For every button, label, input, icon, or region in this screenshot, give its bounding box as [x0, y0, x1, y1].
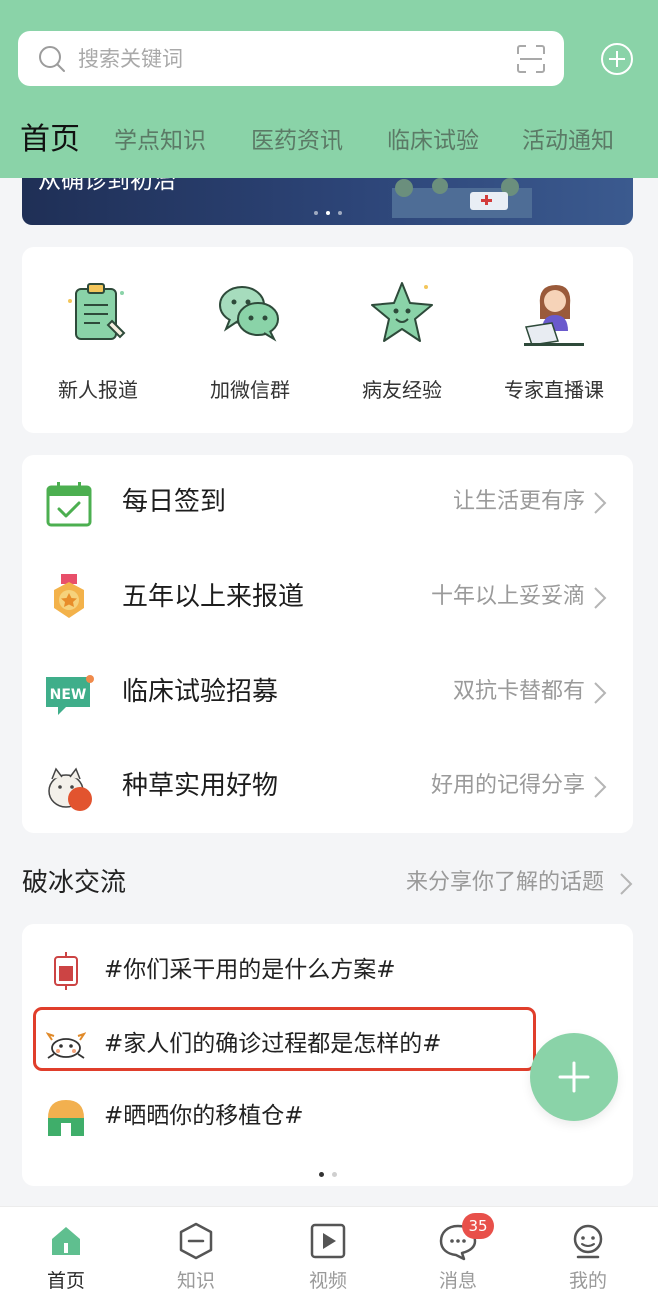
quick-action-expert-live[interactable]: 专家直播课 — [478, 275, 630, 403]
quick-action-wechat-group[interactable]: 加微信群 — [174, 275, 326, 403]
section-more-link[interactable]: 来分享你了解的话题 — [406, 869, 604, 897]
quick-action-newcomer[interactable]: 新人报道 — [22, 275, 174, 403]
banner-carousel[interactable]: 从确诊到初治 — [22, 178, 633, 225]
quick-actions-card: 新人报道 加微信群 病友经验 专家直播课 — [22, 247, 633, 433]
topic-text: #晒晒你的移植仓# — [104, 1103, 304, 1129]
category-tabs: 首页 学点知识 医药资讯 临床试验 活动通知 — [0, 118, 658, 164]
tab-events[interactable]: 活动通知 — [522, 126, 614, 156]
search-icon — [39, 46, 65, 72]
scan-icon[interactable] — [516, 44, 546, 74]
knowledge-icon — [179, 1222, 213, 1260]
quick-action-label: 新人报道 — [58, 378, 138, 402]
nav-label: 我的 — [568, 1270, 607, 1292]
lucky-cat-icon — [48, 767, 92, 811]
list-item-subtitle: 好用的记得分享 — [430, 773, 585, 798]
quick-action-label: 专家直播课 — [504, 378, 604, 402]
list-item-subtitle: 让生活更有序 — [452, 489, 585, 514]
topics-pagination — [22, 1162, 633, 1181]
topic-text: #你们采干用的是什么方案# — [104, 957, 396, 983]
search-placeholder[interactable]: 搜索关键词 — [78, 46, 183, 72]
quick-action-label: 加微信群 — [210, 378, 290, 402]
chevron-right-icon — [594, 587, 607, 609]
list-item-subtitle: 双抗卡替都有 — [452, 679, 585, 704]
list-item-title: 临床试验招募 — [122, 677, 279, 707]
medal-icon — [54, 574, 84, 618]
search-bar[interactable]: 搜索关键词 — [18, 31, 564, 86]
nav-label: 首页 — [46, 1270, 85, 1292]
nav-messages[interactable]: 35 消息 — [408, 1213, 508, 1293]
nav-home[interactable]: 首页 — [16, 1221, 116, 1293]
feature-list-card: 每日签到 让生活更有序 五年以上来报道 十年以上妥妥滴 NEW 临床试验招募 双… — [22, 455, 633, 833]
home-icon — [52, 1227, 80, 1255]
star-icon — [371, 282, 433, 342]
banner-dots — [22, 200, 633, 219]
list-item-title: 每日签到 — [122, 487, 227, 517]
calendar-check-icon — [46, 482, 92, 527]
video-icon — [310, 1223, 346, 1259]
unread-badge: 35 — [462, 1213, 494, 1239]
nav-label: 视频 — [308, 1270, 347, 1292]
nav-video[interactable]: 视频 — [278, 1221, 378, 1293]
list-item-subtitle: 十年以上妥妥滴 — [430, 584, 585, 609]
banner-title: 从确诊到初治 — [38, 178, 176, 194]
chevron-right-icon — [594, 776, 607, 798]
plus-icon — [558, 1061, 590, 1093]
clipboard-icon — [68, 283, 126, 340]
list-item-clinical-recruit[interactable]: NEW 临床试验招募 双抗卡替都有 — [22, 645, 633, 739]
chevron-right-icon — [594, 492, 607, 514]
nav-label: 知识 — [176, 1270, 215, 1292]
quick-action-patient-experience[interactable]: 病友经验 — [326, 275, 478, 403]
lecturer-icon — [524, 285, 584, 346]
wechat-icon — [219, 286, 279, 342]
tab-news[interactable]: 医药资讯 — [251, 126, 343, 156]
header: 搜索关键词 首页 学点知识 医药资讯 临床试验 活动通知 — [0, 0, 658, 178]
add-circle-icon[interactable] — [600, 42, 634, 76]
bottom-nav: 首页 知识 视频 35 消息 我的 — [0, 1206, 658, 1316]
tab-knowledge[interactable]: 学点知识 — [114, 126, 206, 156]
nav-profile[interactable]: 我的 — [538, 1221, 638, 1293]
list-item-good-products[interactable]: 种草实用好物 好用的记得分享 — [22, 739, 633, 833]
list-item-title: 种草实用好物 — [122, 771, 279, 801]
highlight-box — [33, 1007, 536, 1071]
tab-trials[interactable]: 临床试验 — [387, 126, 479, 156]
list-item-daily-checkin[interactable]: 每日签到 让生活更有序 — [22, 455, 633, 549]
list-item-five-years[interactable]: 五年以上来报道 十年以上妥妥滴 — [22, 550, 633, 644]
topic-item[interactable]: #你们采干用的是什么方案# — [22, 940, 633, 1000]
list-item-title: 五年以上来报道 — [122, 582, 305, 612]
nav-label: 消息 — [438, 1270, 477, 1292]
chevron-right-icon[interactable] — [619, 872, 633, 896]
profile-icon — [573, 1224, 603, 1259]
house-icon — [48, 1100, 84, 1136]
quick-action-label: 病友经验 — [362, 378, 442, 402]
create-post-button[interactable] — [530, 1033, 618, 1121]
blood-bag-icon — [54, 952, 78, 990]
new-badge-icon: NEW — [46, 675, 94, 715]
svg-text:NEW: NEW — [50, 687, 87, 703]
nav-knowledge[interactable]: 知识 — [146, 1221, 246, 1293]
section-title: 破冰交流 — [22, 868, 127, 898]
chevron-right-icon — [594, 682, 607, 704]
tab-home[interactable]: 首页 — [20, 121, 80, 159]
